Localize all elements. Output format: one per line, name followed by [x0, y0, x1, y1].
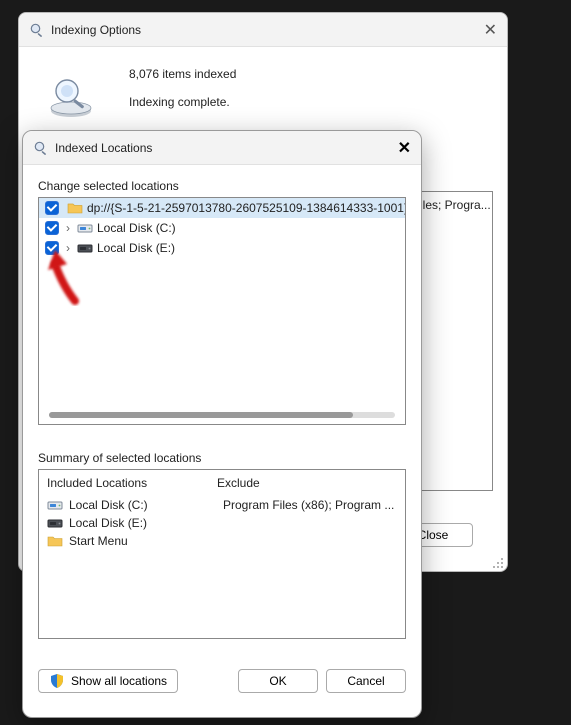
checkbox-icon[interactable]	[45, 201, 59, 215]
change-locations-label: Change selected locations	[38, 179, 406, 193]
cancel-button[interactable]: Cancel	[326, 669, 406, 693]
chevron-right-icon[interactable]: ›	[63, 241, 73, 255]
header-included: Included Locations	[47, 476, 217, 490]
tree-item-label: Local Disk (E:)	[97, 241, 175, 255]
summary-name: Local Disk (C:)	[69, 498, 148, 512]
indexed-locations-titlebar: Indexed Locations ✕	[23, 131, 421, 165]
summary-box: Included Locations Exclude Local Disk (C…	[38, 469, 406, 639]
indexing-options-titlebar: Indexing Options ✕	[19, 13, 507, 47]
indexed-locations-title: Indexed Locations	[55, 141, 152, 155]
summary-row[interactable]: Local Disk (C:) Program Files (x86); Pro…	[39, 496, 405, 514]
header-exclude: Exclude	[217, 476, 260, 490]
summary-name: Local Disk (E:)	[69, 516, 147, 530]
chevron-right-icon[interactable]: ›	[63, 221, 73, 235]
disk-icon	[77, 240, 93, 256]
items-indexed-text: 8,076 items indexed	[129, 67, 236, 81]
disk-icon	[47, 515, 63, 531]
folder-icon	[47, 533, 63, 549]
show-all-locations-label: Show all locations	[71, 670, 167, 692]
magnifier-icon	[33, 140, 49, 156]
shield-icon	[49, 673, 65, 689]
location-tree[interactable]: dp://{S-1-5-21-2597013780-2607525109-138…	[38, 197, 406, 425]
summary-name: Start Menu	[69, 534, 128, 548]
summary-label: Summary of selected locations	[38, 451, 406, 465]
horizontal-scrollbar[interactable]	[49, 412, 395, 418]
tree-item-label: Local Disk (C:)	[97, 221, 176, 235]
tree-item-disk-e[interactable]: › Local Disk (E:)	[39, 238, 405, 258]
folder-icon	[67, 200, 83, 216]
index-large-icon	[47, 75, 95, 119]
summary-row[interactable]: Start Menu	[39, 532, 405, 550]
close-icon[interactable]: ✕	[484, 20, 497, 40]
indexed-locations-body: Change selected locations dp://{S-1-5-21…	[23, 165, 421, 705]
tree-item-disk-c[interactable]: › Local Disk (C:)	[39, 218, 405, 238]
summary-header: Included Locations Exclude	[39, 470, 405, 496]
checkbox-icon[interactable]	[45, 221, 59, 235]
summary-row[interactable]: Local Disk (E:)	[39, 514, 405, 532]
dialog-button-bar: Show all locations OK Cancel	[38, 669, 406, 693]
show-all-locations-button[interactable]: Show all locations	[38, 669, 178, 693]
exclude-preview-text: iles; Progra...	[420, 198, 491, 212]
indexing-options-title: Indexing Options	[51, 23, 141, 37]
disk-icon	[47, 497, 63, 513]
summary-exclude: Program Files (x86); Program ...	[223, 498, 394, 512]
tree-item-label: dp://{S-1-5-21-2597013780-2607525109-138…	[87, 201, 406, 215]
exclude-preview-panel: iles; Progra...	[413, 191, 493, 491]
disk-icon	[77, 220, 93, 236]
magnifier-icon	[29, 22, 45, 38]
indexing-status-text: Indexing complete.	[129, 95, 230, 109]
resize-grip-icon[interactable]	[492, 557, 504, 569]
checkbox-icon[interactable]	[45, 241, 59, 255]
tree-item-dp[interactable]: dp://{S-1-5-21-2597013780-2607525109-138…	[39, 198, 405, 218]
close-icon[interactable]: ✕	[398, 138, 411, 158]
ok-button[interactable]: OK	[238, 669, 318, 693]
indexed-locations-dialog: Indexed Locations ✕ Change selected loca…	[22, 130, 422, 718]
